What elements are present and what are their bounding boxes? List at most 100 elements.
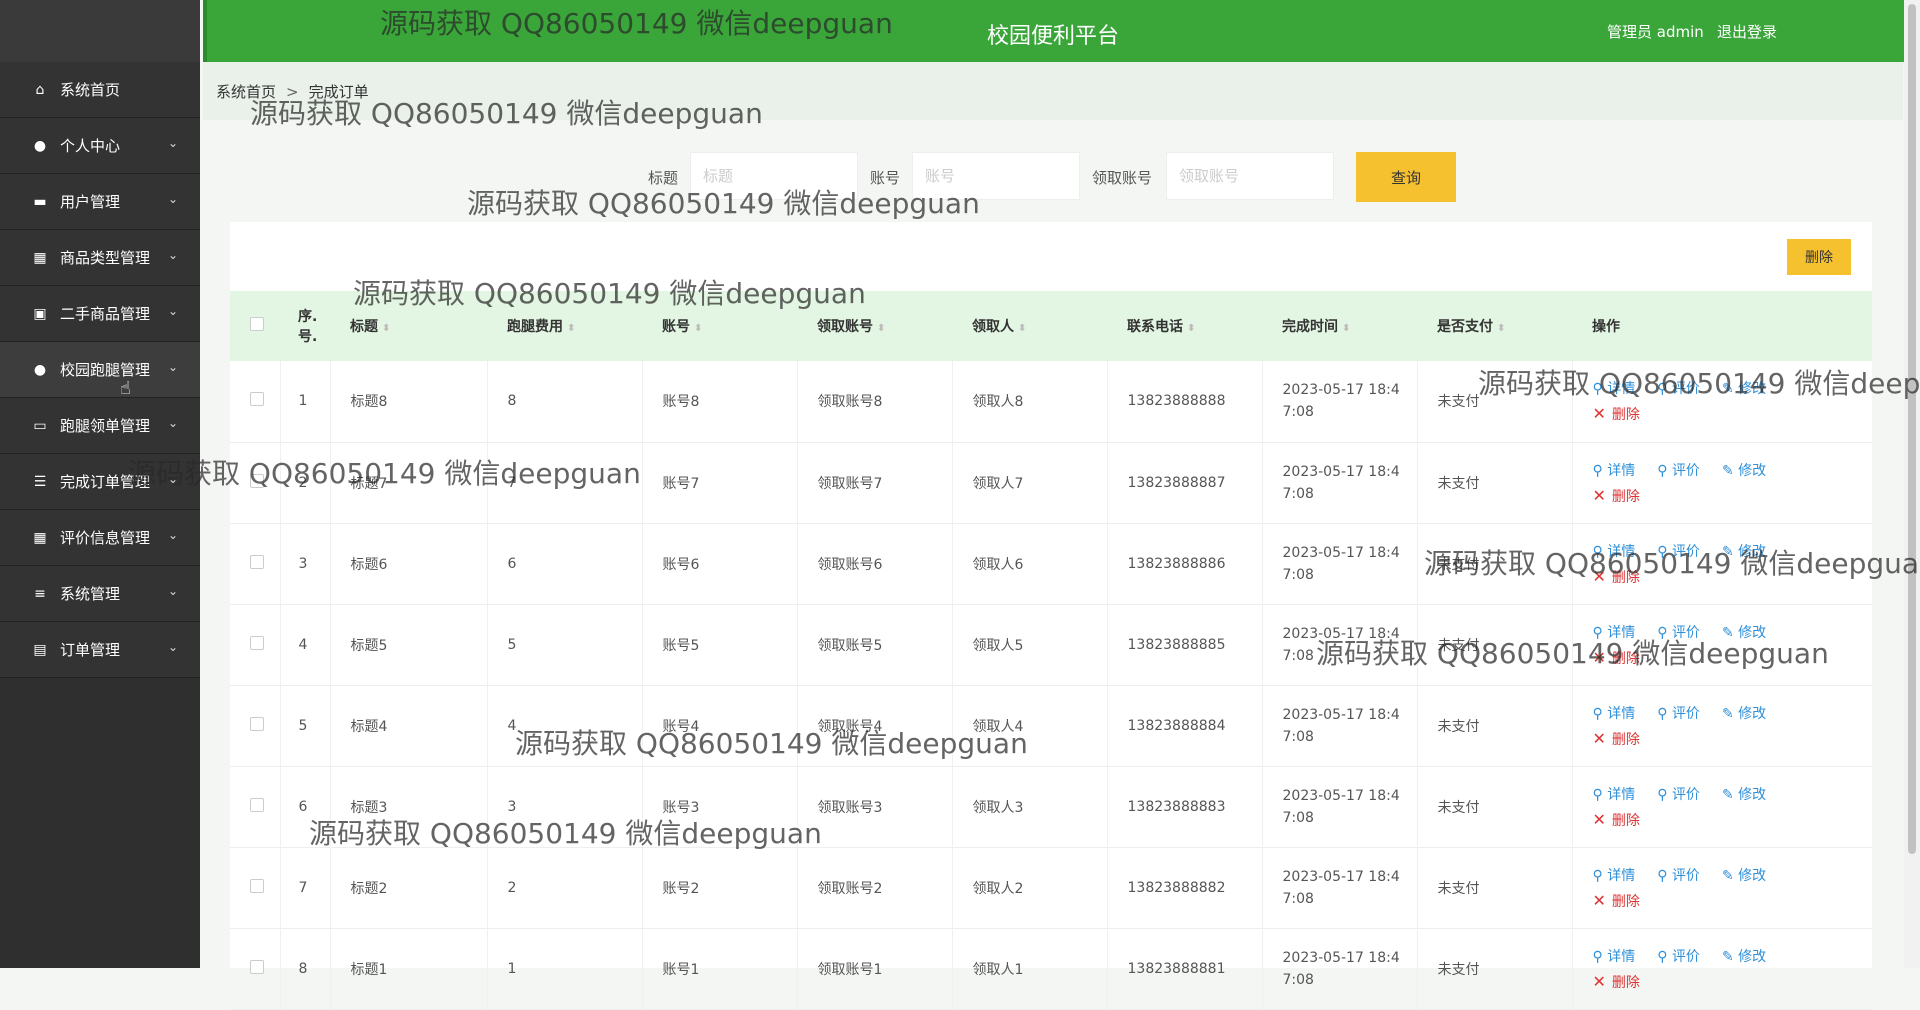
logout-link[interactable]: 退出登录 [1717,21,1777,42]
sidebar-item-9[interactable]: ≡ 系统管理 ⌄ [0,566,200,622]
cell-paid: 未支付 [1417,361,1573,442]
cell-phone: 13823888886 [1107,523,1263,604]
detail-button[interactable]: ⚲ 详情 [1593,378,1636,398]
row-checkbox[interactable] [250,878,264,893]
detail-button[interactable]: ⚲ 详情 [1593,703,1636,723]
account-search-input[interactable] [912,152,1080,200]
col-header-title[interactable]: 标题 ⬍ [330,291,487,361]
edit-button[interactable]: ✎ 修改 [1722,541,1766,561]
delete-row-button[interactable]: ✕ 删除 [1593,972,1640,992]
col-header-account[interactable]: 账号 ⬍ [642,291,797,361]
sort-icon[interactable]: ⬍ [1187,323,1195,334]
detail-button[interactable]: ⚲ 详情 [1593,865,1636,885]
row-checkbox[interactable] [250,959,264,974]
row-checkbox[interactable] [250,635,264,650]
rate-button[interactable]: ⚲ 评价 [1657,460,1700,480]
search-icon: ⚲ [1657,624,1672,641]
table-row: 5 标题4 4 账号4 领取账号4 领取人4 13823888884 2023-05-17 1… [230,685,1872,766]
rate-label: 评价 [1671,867,1700,884]
edit-button[interactable]: ✎ 修改 [1722,865,1766,885]
cell-account: 账号6 [642,523,798,604]
sidebar-item-6[interactable]: ▭ 跑腿领单管理 ⌄ [0,398,200,454]
sidebar-item-10[interactable]: ▤ 订单管理 ⌄ [0,622,200,678]
sort-icon[interactable]: ⬍ [1497,323,1505,334]
select-all-checkbox[interactable] [250,317,264,331]
grid-icon: ▦ [33,249,47,266]
edit-button[interactable]: ✎ 修改 [1722,622,1766,642]
sidebar-item-0[interactable]: ⌂ 系统首页 [0,62,200,118]
col-header-receiver[interactable]: 领取人 ⬍ [952,291,1107,361]
receiver-account-search-input[interactable] [1166,152,1334,200]
edit-button[interactable]: ✎ 修改 [1722,946,1766,966]
sidebar-item-4[interactable]: ▣ 二手商品管理 ⌄ [0,286,200,342]
col-header-fee[interactable]: 跑腿费用 ⬍ [487,291,642,361]
rate-button[interactable]: ⚲ 评价 [1657,784,1700,804]
row-checkbox[interactable] [250,554,264,569]
delete-row-button[interactable]: ✕ 删除 [1593,404,1640,424]
col-header-time[interactable]: 完成时间 ⬍ [1262,291,1417,361]
sidebar-item-5[interactable]: ● 校园跑腿管理 ⌄ [0,342,200,398]
sidebar-item-1[interactable]: ● 个人中心 ⌄ [0,118,200,174]
sidebar-item-label: 用户管理 [60,193,121,211]
cell-actions: ⚲ 详情 ⚲ 评价 ✎ 修改 ✕ 删除 [1572,928,1872,1009]
delete-row-button[interactable]: ✕ 删除 [1593,486,1640,506]
delete-row-button[interactable]: ✕ 删除 [1593,648,1640,668]
cell-actions: ⚲ 详情 ⚲ 评价 ✎ 修改 ✕ 删除 [1572,523,1872,604]
page-scrollbar[interactable] [1904,0,1920,968]
sidebar-item-8[interactable]: ▦ 评价信息管理 ⌄ [0,510,200,566]
sort-icon[interactable]: ⬍ [382,323,390,334]
detail-button[interactable]: ⚲ 详情 [1593,784,1636,804]
sidebar-item-7[interactable]: ☰ 完成订单管理 ⌄ [0,454,200,510]
delete-row-button[interactable]: ✕ 删除 [1593,729,1640,749]
scrollbar-thumb[interactable] [1908,4,1916,854]
detail-label: 详情 [1607,543,1636,560]
sort-icon[interactable]: ⬍ [694,323,702,334]
rate-button[interactable]: ⚲ 评价 [1657,622,1700,642]
row-checkbox[interactable] [250,392,264,407]
row-checkbox[interactable] [250,473,264,488]
pencil-icon: ✎ [1721,543,1739,560]
col-header-phone[interactable]: 联系电话 ⬍ [1107,291,1262,361]
edit-button[interactable]: ✎ 修改 [1722,784,1766,804]
rate-button[interactable]: ⚲ 评价 [1657,378,1700,398]
sidebar-item-3[interactable]: ▦ 商品类型管理 ⌄ [0,230,200,286]
cell-recv-account: 领取账号4 [797,685,953,766]
col-header-paid-label: 是否支付 [1437,319,1493,335]
edit-button[interactable]: ✎ 修改 [1722,460,1766,480]
col-header-recv-account[interactable]: 领取账号 ⬍ [797,291,952,361]
sort-icon[interactable]: ⬍ [1018,323,1026,334]
rate-button[interactable]: ⚲ 评价 [1657,946,1700,966]
edit-button[interactable]: ✎ 修改 [1722,703,1766,723]
batch-delete-button[interactable]: 删除 [1787,239,1851,275]
sort-icon[interactable]: ⬍ [877,323,885,334]
detail-button[interactable]: ⚲ 详情 [1593,622,1636,642]
detail-button[interactable]: ⚲ 详情 [1593,460,1636,480]
sort-icon[interactable]: ⬍ [567,323,575,334]
cell-title: 标题5 [330,604,488,685]
rate-button[interactable]: ⚲ 评价 [1657,865,1700,885]
rate-label: 评价 [1671,462,1700,479]
rate-label: 评价 [1671,624,1700,641]
delete-row-button[interactable]: ✕ 删除 [1593,810,1640,830]
clipboard-icon: ▤ [33,641,47,658]
delete-row-button[interactable]: ✕ 删除 [1593,891,1640,911]
rate-button[interactable]: ⚲ 评价 [1657,541,1700,561]
detail-button[interactable]: ⚲ 详情 [1593,946,1636,966]
detail-button[interactable]: ⚲ 详情 [1593,541,1636,561]
rate-label: 评价 [1671,543,1700,560]
sort-icon[interactable]: ⬍ [1342,323,1350,334]
query-button[interactable]: 查询 [1356,152,1456,202]
title-search-input[interactable] [690,152,858,200]
col-header-paid[interactable]: 是否支付 ⬍ [1417,291,1572,361]
delete-row-button[interactable]: ✕ 删除 [1593,567,1640,587]
sidebar-item-2[interactable]: ▬ 用户管理 ⌄ [0,174,200,230]
cell-recv-account: 领取账号7 [797,442,953,523]
breadcrumb-home[interactable]: 系统首页 [216,83,276,101]
pencil-icon: ✎ [1721,624,1739,641]
cell-paid: 未支付 [1417,847,1573,928]
cell-time-line1: 2023-05-17 18:4 [1282,787,1400,804]
row-checkbox[interactable] [250,797,264,812]
rate-button[interactable]: ⚲ 评价 [1657,703,1700,723]
edit-button[interactable]: ✎ 修改 [1722,378,1766,398]
row-checkbox[interactable] [250,716,264,731]
